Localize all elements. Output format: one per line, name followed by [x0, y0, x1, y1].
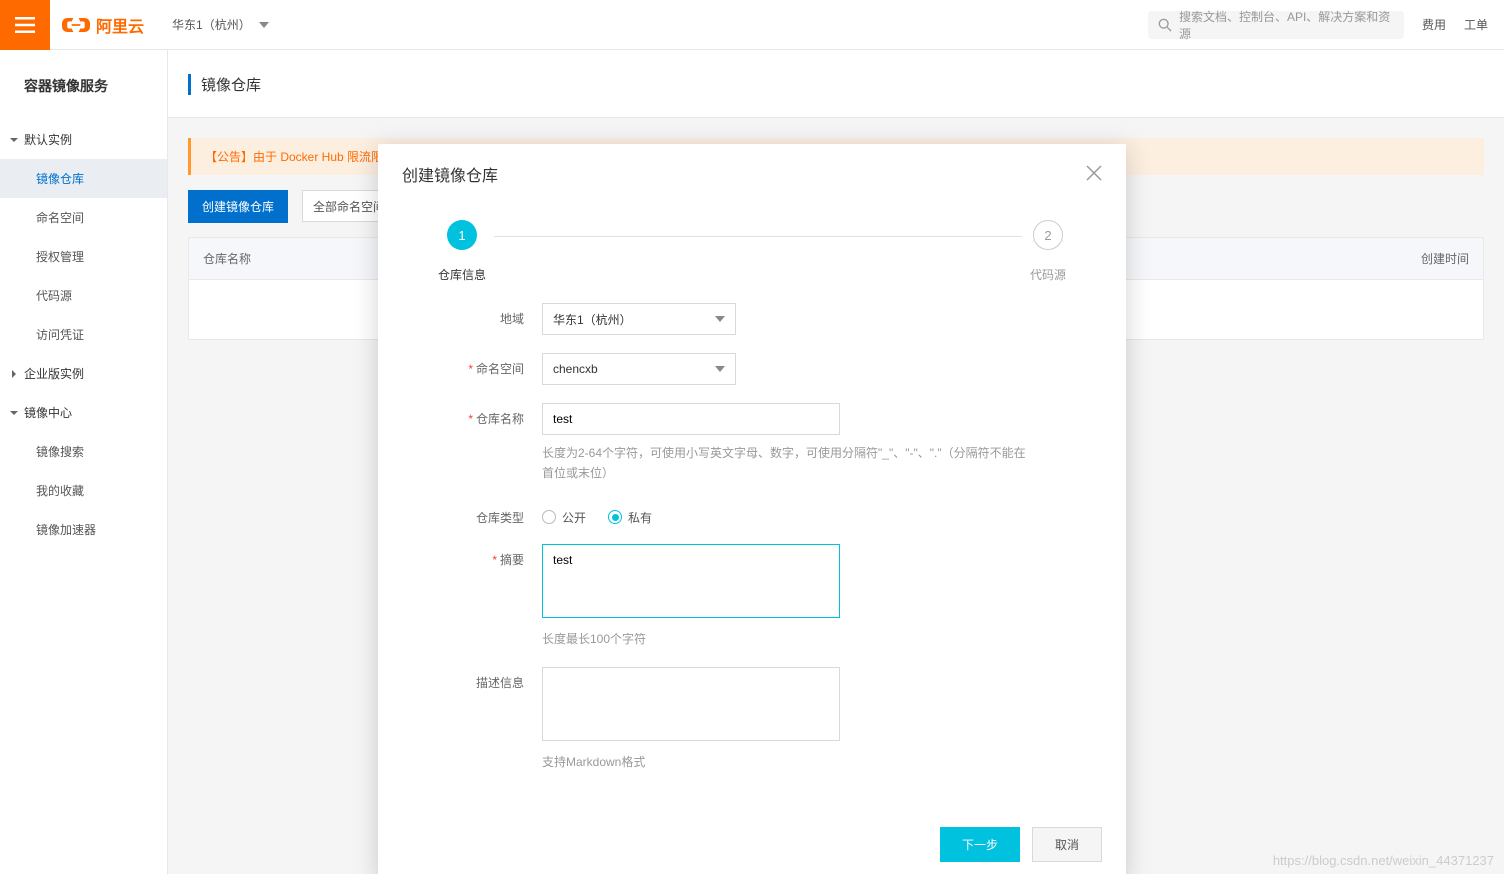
watermark: https://blog.csdn.net/weixin_44371237 [1273, 853, 1494, 868]
summary-textarea[interactable] [542, 544, 840, 618]
radio-private[interactable]: 私有 [608, 509, 652, 526]
label-summary: *摘要 [402, 544, 542, 568]
close-button[interactable] [1086, 165, 1102, 184]
modal-title: 创建镜像仓库 [402, 162, 498, 186]
next-button[interactable]: 下一步 [940, 827, 1020, 862]
summary-help: 长度最长100个字符 [542, 629, 1032, 649]
label-repo-type: 仓库类型 [402, 502, 542, 526]
label-description: 描述信息 [402, 667, 542, 691]
label-repo-name: *仓库名称 [402, 403, 542, 427]
create-repo-modal: 创建镜像仓库 1 仓库信息 2 代码源 地域 华东1（杭州） [378, 144, 1126, 874]
label-region: 地域 [402, 303, 542, 327]
label-namespace: *命名空间 [402, 353, 542, 377]
namespace-select[interactable]: chencxb [542, 353, 736, 385]
repo-name-help: 长度为2-64个字符，可使用小写英文字母、数字，可使用分隔符"_"、"-"、".… [542, 443, 1032, 484]
step-2-label: 代码源 [1030, 266, 1066, 283]
chevron-down-icon [715, 366, 725, 372]
step-indicator: 1 仓库信息 2 代码源 [378, 186, 1126, 293]
close-icon [1086, 165, 1102, 181]
radio-circle-checked-icon [608, 510, 622, 524]
repo-name-input[interactable] [542, 403, 840, 435]
description-textarea[interactable] [542, 667, 840, 741]
cancel-button[interactable]: 取消 [1032, 827, 1102, 862]
description-help: 支持Markdown格式 [542, 752, 1032, 772]
step-1-circle: 1 [447, 220, 477, 250]
modal-overlay: 创建镜像仓库 1 仓库信息 2 代码源 地域 华东1（杭州） [0, 0, 1504, 874]
step-1-label: 仓库信息 [438, 266, 486, 283]
region-select[interactable]: 华东1（杭州） [542, 303, 736, 335]
radio-public[interactable]: 公开 [542, 509, 586, 526]
radio-circle-icon [542, 510, 556, 524]
chevron-down-icon [715, 316, 725, 322]
step-2-circle: 2 [1033, 220, 1063, 250]
